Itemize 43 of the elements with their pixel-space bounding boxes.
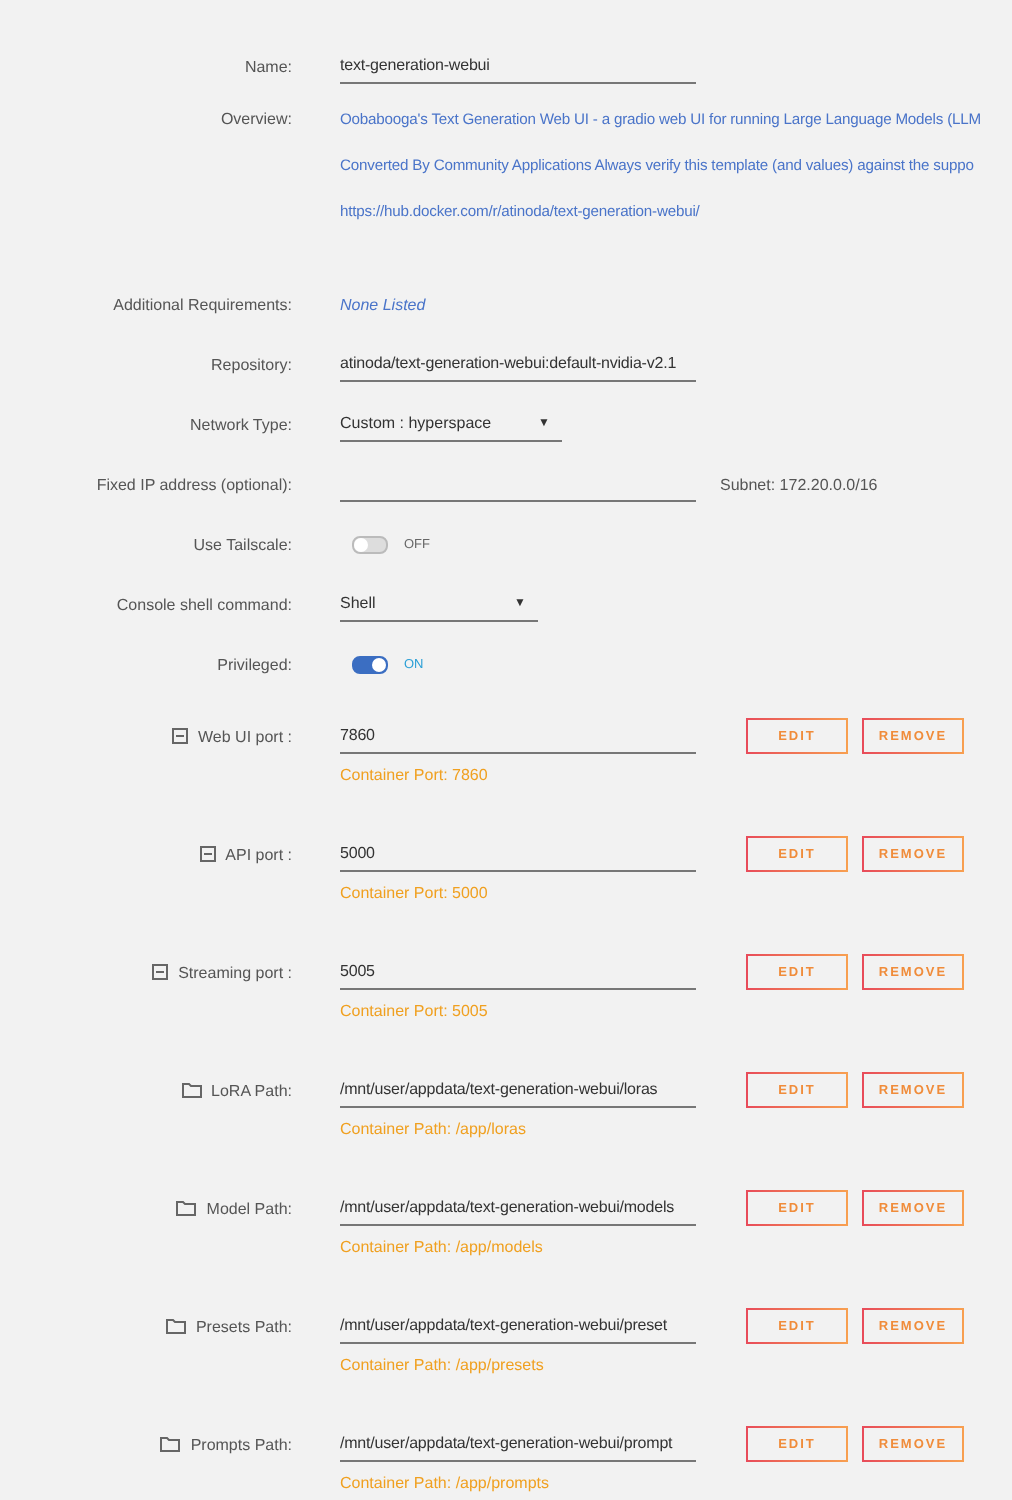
field-label: Overview: [220,110,292,128]
host-field[interactable]: /mnt/user/appdata/text-generation-webui/preset [340,1308,696,1344]
mapping-label: API port : [225,845,292,863]
container-text: Container Port: 5000 [340,881,490,905]
host-field[interactable]: /mnt/user/appdata/text-generation-webui/loras [340,1072,696,1108]
container-text: Container Path: /app/presets [340,1353,546,1378]
folder-icon [160,1436,181,1452]
field-label: Name: [244,57,292,75]
folder-icon [176,1200,197,1216]
host-field[interactable]: 5005 [340,954,696,990]
requirements-text: None Listed [340,295,426,313]
field-label: Network Type: [190,415,292,433]
host-field[interactable]: 7860 [340,718,696,754]
container-text: Container Path: /app/models [340,1235,545,1260]
field-label: Use Tailscale: [193,535,292,553]
mapping-label: LoRA Path: [211,1081,292,1099]
host-field[interactable]: /mnt/user/appdata/text-generation-webui/models [340,1190,696,1226]
mapping-label: Model Path: [206,1199,292,1217]
field-label: Additional Requirements: [113,295,292,313]
collapse-icon[interactable] [172,728,189,744]
mapping-label: Prompts Path: [190,1435,292,1453]
field-label: Privileged: [217,655,292,673]
collapse-icon[interactable] [152,964,169,980]
mapping-label: Streaming port : [178,963,292,981]
mapping-label: Web UI port : [198,727,292,745]
field-label: Repository: [211,355,292,373]
text-field[interactable]: text-generation-webui [340,48,696,84]
container-text: Container Port: 5005 [340,999,490,1023]
toggle-switch[interactable] [352,535,388,553]
toggle-switch[interactable] [352,655,388,673]
folder-icon [181,1082,202,1098]
container-text: Container Port: 7860 [340,763,490,787]
mapping-label: Presets Path: [195,1317,292,1335]
field-label: Fixed IP address (optional): [96,475,292,493]
subnet-text: Subnet: 172.20.0.0/16 [720,475,878,493]
field-label: Console shell command: [116,595,292,613]
container-text: Container Path: /app/loras [340,1117,528,1142]
folder-icon [165,1318,186,1334]
host-field[interactable]: 5000 [340,836,696,872]
text-field[interactable]: atinoda/text-generation-webui:default-nvidia-v2.1 [340,346,696,382]
collapse-icon[interactable] [199,846,216,862]
container-text: Container Path: /app/prompts [340,1471,552,1496]
host-field[interactable]: /mnt/user/appdata/text-generation-webui/prompt [340,1426,696,1462]
